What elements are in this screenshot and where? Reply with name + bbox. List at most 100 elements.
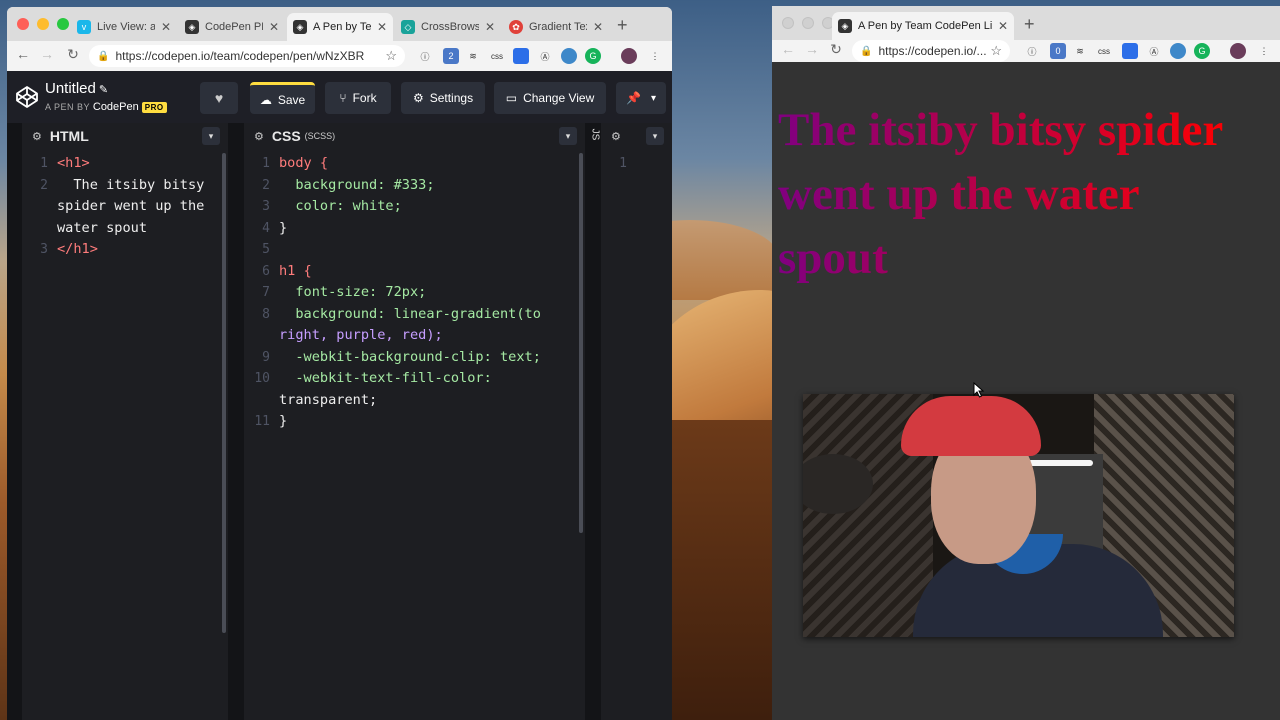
pen-owner-name[interactable]: CodePen	[93, 101, 139, 113]
browser-tab[interactable]: ◇ CrossBrowser ✕	[395, 13, 501, 41]
folder-extension-icon[interactable]	[513, 48, 529, 64]
pro-badge: PRO	[141, 102, 167, 113]
browser-tab[interactable]: v Live View: a C ✕	[71, 13, 177, 41]
chevron-down-icon[interactable]: ▾	[646, 127, 664, 145]
code-line: </h1>	[57, 241, 98, 257]
extension-icon[interactable]: 2	[443, 48, 459, 64]
edge-extension-icon[interactable]	[561, 48, 577, 64]
avatar[interactable]	[621, 48, 637, 64]
code-line: background: linear-gradient(to	[279, 305, 541, 322]
maximize-window-button[interactable]	[57, 18, 69, 30]
close-tab-icon[interactable]: ✕	[593, 20, 603, 34]
folder-extension-icon[interactable]	[1122, 43, 1138, 59]
save-button[interactable]: ☁ Save	[250, 82, 315, 114]
dune-shadow	[672, 420, 782, 720]
close-tab-icon[interactable]: ✕	[269, 20, 279, 34]
html-editor-pane: ⚙ HTML ▾ 1 <h1> 2 The itsiby bitsy spider…	[22, 123, 228, 720]
browser-tab[interactable]: ✿ Gradient Text ✕	[503, 13, 609, 41]
code-line: -webkit-background-clip: text;	[279, 348, 541, 365]
close-window-button[interactable]	[782, 17, 794, 29]
settings-button[interactable]: ⚙ Settings	[401, 82, 485, 114]
code-line: font-size: 72px;	[279, 284, 427, 300]
minimize-window-button[interactable]	[37, 18, 49, 30]
close-tab-icon[interactable]: ✕	[998, 19, 1008, 33]
editor-area: ⚙ HTML ▾ 1 <h1> 2 The itsiby bitsy spider…	[7, 123, 672, 720]
css-extension-icon[interactable]: css	[489, 48, 505, 64]
browser-tab[interactable]: ◈ CodePen PRO ✕	[179, 13, 285, 41]
close-tab-icon[interactable]: ✕	[485, 20, 495, 34]
html-code-editor[interactable]: 1 <h1> 2 The itsiby bitsy spider went up …	[22, 153, 228, 720]
chevron-down-icon[interactable]: ▾	[202, 127, 220, 145]
a-extension-icon[interactable]: Ⓐ	[537, 48, 553, 64]
pen-title[interactable]: Untitled ✎	[45, 80, 108, 97]
extension-badge: 0	[1055, 46, 1061, 56]
close-window-button[interactable]	[17, 18, 29, 30]
close-tab-icon[interactable]: ✕	[161, 20, 171, 34]
gear-icon: ⚙	[412, 91, 424, 105]
scrollbar[interactable]	[579, 153, 583, 533]
fork-icon: ⑂	[339, 91, 347, 105]
pencil-icon[interactable]: ✎	[99, 84, 108, 96]
avatar[interactable]	[1230, 43, 1246, 59]
back-icon[interactable]: ←	[778, 41, 798, 57]
forward-icon[interactable]: →	[802, 41, 822, 57]
address-bar[interactable]: 🔒 https://codepen.io/team/codepen/pen/wN…	[89, 45, 405, 67]
close-tab-icon[interactable]: ✕	[377, 20, 387, 34]
line-number: 2	[40, 177, 48, 193]
reload-icon[interactable]: ↻	[826, 41, 846, 58]
grammarly-icon[interactable]: G	[1194, 43, 1210, 59]
more-menu-icon[interactable]: ⋮	[1256, 43, 1272, 59]
codepen-icon: ◈	[293, 20, 307, 34]
new-tab-button[interactable]: +	[617, 15, 628, 36]
css-code-editor[interactable]: 1 body { 2 background: #333; 3 color: whi…	[244, 153, 585, 720]
browser-window-codepen-editor: v Live View: a C ✕ ◈ CodePen PRO ✕ ◈ A P…	[7, 7, 672, 720]
change-view-button[interactable]: ▭ Change View	[494, 82, 606, 114]
webcam-overlay	[803, 394, 1234, 637]
bookmark-star-icon[interactable]: ☆	[990, 43, 1002, 59]
css-pane-header: ⚙ CSS (SCSS) ▾	[244, 123, 585, 149]
reload-icon[interactable]: ↻	[63, 46, 83, 63]
chevron-down-icon[interactable]: ▾	[559, 127, 577, 145]
window-controls	[782, 17, 834, 29]
pin-button[interactable]: 📌 ▾	[616, 82, 666, 114]
browser-tab-active[interactable]: ◈ A Pen by Team CodePen Live P ✕	[832, 12, 1014, 40]
lock-icon: 🔒	[97, 50, 110, 62]
gear-icon[interactable]: ⚙	[254, 130, 264, 143]
browser-tab-active[interactable]: ◈ A Pen by Team ✕	[287, 13, 393, 41]
gear-icon[interactable]: ⚙	[32, 130, 42, 143]
edge-extension-icon[interactable]	[1170, 43, 1186, 59]
a-extension-icon[interactable]: Ⓐ	[1146, 43, 1162, 59]
layers-extension-icon[interactable]: ≋	[1072, 43, 1088, 59]
new-tab-button[interactable]: +	[1024, 14, 1035, 35]
js-code-editor[interactable]: 1	[601, 153, 672, 720]
code-line: }	[279, 219, 288, 236]
info-extension-icon[interactable]: ⓘ	[417, 48, 433, 64]
extension-icon[interactable]: 0	[1050, 43, 1066, 59]
codepen-logo-icon[interactable]	[15, 85, 39, 109]
fork-button[interactable]: ⑂ Fork	[325, 82, 391, 114]
pane-title: HTML	[49, 128, 89, 144]
bookmark-star-icon[interactable]: ☆	[385, 48, 397, 64]
back-icon[interactable]: ←	[13, 46, 33, 62]
gear-icon[interactable]: ⚙	[611, 130, 621, 143]
pen-owner-prefix: A PEN BY	[45, 102, 90, 112]
minimize-window-button[interactable]	[802, 17, 814, 29]
css-extension-icon[interactable]: css	[1096, 43, 1112, 59]
grammarly-icon[interactable]: G	[585, 48, 601, 64]
forward-icon[interactable]: →	[37, 46, 57, 62]
info-extension-icon[interactable]: ⓘ	[1024, 43, 1040, 59]
tab-title: A Pen by Team CodePen Live P	[858, 20, 992, 32]
gradient-heading: The itsiby bitsy spider went up the wate…	[778, 98, 1238, 290]
address-bar[interactable]: 🔒 https://codepen.io/... ☆	[852, 40, 1010, 62]
layers-extension-icon[interactable]: ≋	[465, 48, 481, 64]
scrollbar[interactable]	[222, 153, 226, 633]
line-number: 4	[262, 220, 270, 236]
js-editor-pane: JS ⚙ ▾ 1	[589, 123, 672, 720]
more-menu-icon[interactable]: ⋮	[647, 48, 663, 64]
code-line: spider went up the	[57, 198, 205, 214]
heart-button[interactable]: ♥	[200, 82, 238, 114]
line-number: 1	[40, 156, 48, 171]
tab-strip: v Live View: a C ✕ ◈ CodePen PRO ✕ ◈ A P…	[7, 7, 672, 41]
mouse-cursor-icon	[973, 382, 985, 398]
window-controls	[17, 18, 69, 30]
